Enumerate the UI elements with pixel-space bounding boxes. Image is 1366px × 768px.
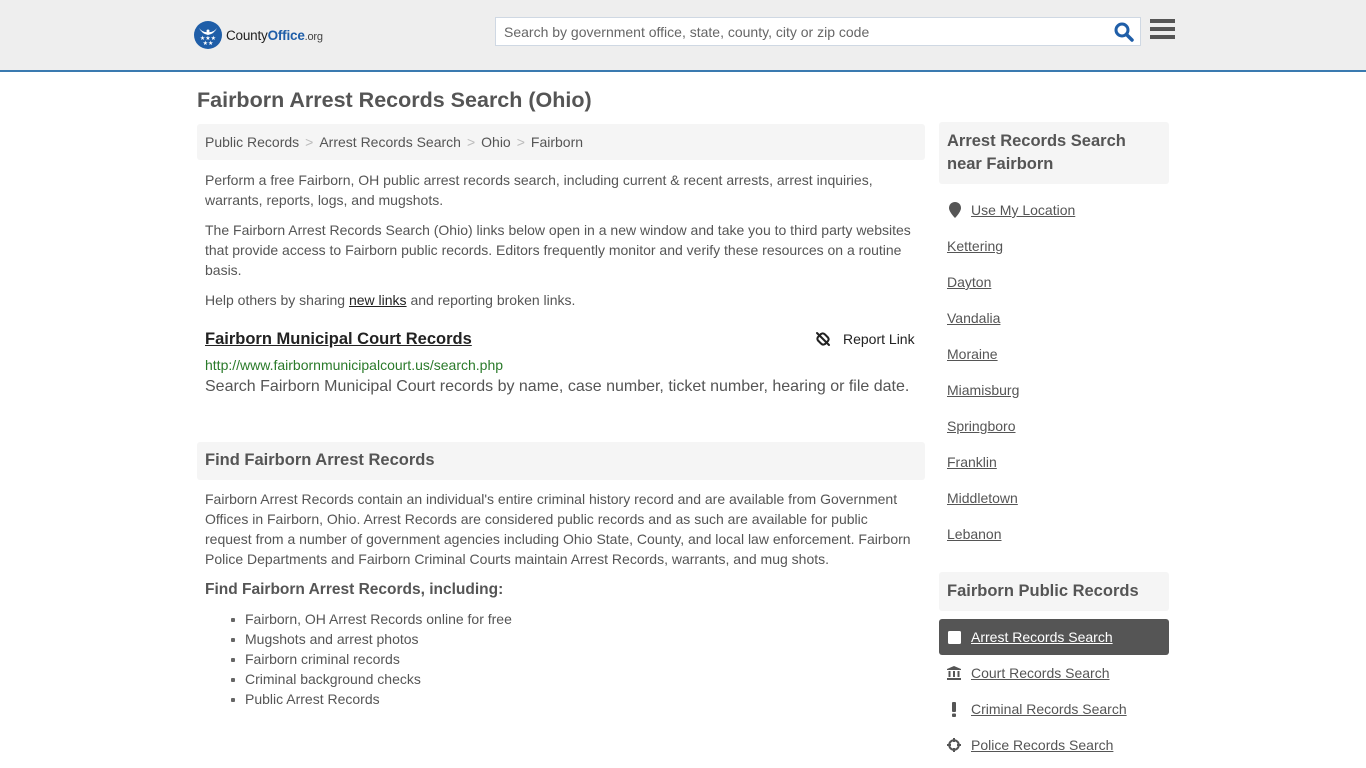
resource-url: http://www.fairbornmunicipalcourt.us/sea…	[205, 357, 504, 373]
nearby-link-vandalia[interactable]: Vandalia	[947, 310, 1000, 326]
page-title: Fairborn Arrest Records Search (Ohio)	[197, 88, 592, 112]
new-links-link[interactable]: new links	[349, 292, 407, 308]
intro-paragraph: Perform a free Fairborn, OH public arres…	[205, 172, 873, 208]
nearby-link-franklin[interactable]: Franklin	[947, 454, 997, 470]
list-item: Fairborn, OH Arrest Records online for f…	[231, 611, 512, 627]
sidebar-item-label[interactable]: Police Records Search	[971, 737, 1113, 753]
nearby-heading: Arrest Records Search near Fairborn	[939, 122, 1169, 184]
nearby-link-middletown[interactable]: Middletown	[947, 490, 1018, 506]
logo-text: CountyOffice.org	[226, 27, 323, 43]
breadcrumb-public-records[interactable]: Public Records	[205, 134, 299, 150]
find-records-list: Fairborn, OH Arrest Records online for f…	[231, 609, 512, 709]
exclamation-icon	[947, 701, 961, 717]
nearby-link-kettering[interactable]: Kettering	[947, 238, 1003, 254]
eagle-logo-icon: ★★★ ★★	[194, 21, 222, 49]
disclaimer-paragraph: The Fairborn Arrest Records Search (Ohio…	[205, 222, 911, 278]
breadcrumb-fairborn[interactable]: Fairborn	[531, 134, 583, 150]
search-icon[interactable]	[1114, 22, 1134, 42]
share-text-end: and reporting broken links.	[406, 292, 576, 308]
sidebar-item-label[interactable]: Criminal Records Search	[971, 701, 1127, 717]
broken-link-icon	[816, 332, 830, 346]
list-item: Mugshots and arrest photos	[231, 629, 512, 649]
breadcrumb-arrest-records-search[interactable]: Arrest Records Search	[319, 134, 461, 150]
breadcrumb-ohio[interactable]: Ohio	[481, 134, 511, 150]
resource-description: Search Fairborn Municipal Court records …	[205, 378, 910, 395]
square-icon	[947, 629, 961, 645]
search-input[interactable]	[496, 18, 1106, 45]
search-box	[495, 17, 1141, 46]
list-item: Public Arrest Records	[231, 689, 512, 709]
sidebar-item-court-records[interactable]: Court Records Search	[939, 655, 1169, 691]
share-text: Help others by sharing	[205, 292, 349, 308]
sidebar-item-arrest-records[interactable]: Arrest Records Search	[939, 619, 1169, 655]
sidebar-item-label[interactable]: Court Records Search	[971, 665, 1110, 681]
map-marker-icon	[949, 202, 961, 221]
sidebar-item-criminal-records[interactable]: Criminal Records Search	[939, 691, 1169, 727]
report-link-label: Report Link	[843, 331, 915, 347]
resource-title-link[interactable]: Fairborn Municipal Court Records	[205, 330, 472, 349]
hamburger-menu-icon[interactable]	[1150, 19, 1175, 43]
share-paragraph: Help others by sharing new links and rep…	[205, 290, 917, 310]
breadcrumb-separator: >	[305, 134, 314, 150]
nearby-link-dayton[interactable]: Dayton	[947, 274, 991, 290]
nearby-link-moraine[interactable]: Moraine	[947, 346, 998, 362]
nearby-link-miamisburg[interactable]: Miamisburg	[947, 382, 1019, 398]
list-item: Fairborn criminal records	[231, 649, 512, 669]
report-link-button[interactable]: Report Link	[815, 331, 915, 347]
nearby-link-springboro[interactable]: Springboro	[947, 418, 1016, 434]
crosshair-icon	[947, 737, 961, 753]
find-section-heading: Find Fairborn Arrest Records	[197, 442, 925, 480]
breadcrumb: Public Records > Arrest Records Search > Ohi…	[197, 124, 925, 160]
top-bar: ★★★ ★★ CountyOffice.org	[0, 0, 1366, 72]
sidebar-item-label[interactable]: Arrest Records Search	[971, 629, 1113, 645]
nearby-link-lebanon[interactable]: Lebanon	[947, 526, 1002, 542]
list-item: Criminal background checks	[231, 669, 512, 689]
breadcrumb-separator: >	[516, 134, 525, 150]
breadcrumb-separator: >	[466, 134, 476, 150]
find-section-subheading: Find Fairborn Arrest Records, including:	[205, 581, 504, 598]
use-my-location-link[interactable]: Use My Location	[971, 202, 1075, 218]
public-records-heading: Fairborn Public Records	[939, 572, 1169, 611]
sidebar-item-police-records[interactable]: Police Records Search	[939, 727, 1169, 763]
site-logo[interactable]: ★★★ ★★ CountyOffice.org	[194, 20, 323, 50]
find-section-body: Fairborn Arrest Records contain an indiv…	[205, 491, 911, 567]
svg-text:★★: ★★	[203, 40, 214, 45]
courthouse-icon	[947, 665, 961, 681]
